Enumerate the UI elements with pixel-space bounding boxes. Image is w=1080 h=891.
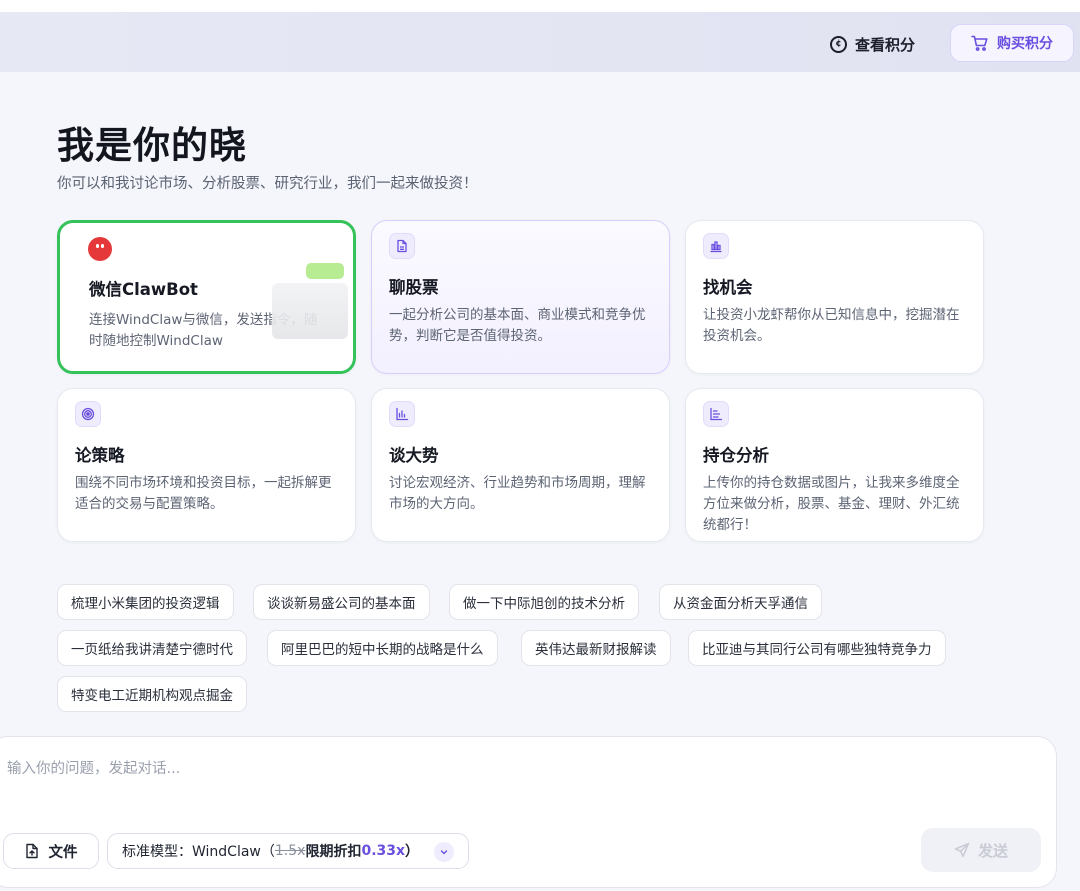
target-icon [75,401,101,427]
card-title: 论策略 [75,446,125,465]
file-button-label: 文件 [48,844,78,861]
card-description: 连接WindClaw与微信，发送指令，随时随地控制WindClaw [89,312,318,349]
card-title: 聊股票 [389,278,439,297]
portfolio-icon [703,401,729,427]
card-chat-stocks[interactable]: 聊股票 一起分析公司的基本面、商业模式和竞争优势，判断它是否值得投资。 [371,220,670,374]
chat-input[interactable] [7,757,1007,781]
card-description: 上传你的持仓数据或图片，让我来多维度全方位来做分析，股票、基金、理财、外汇统统都… [703,475,960,533]
suggestion-chip[interactable]: 做一下中际旭创的技术分析 [449,584,639,620]
suggestion-chip[interactable]: 梳理小米集团的投资逻辑 [57,584,234,620]
card-find-opportunities[interactable]: 找机会 让投资小龙虾帮你从已知信息中，挖掘潜在投资机会。 [685,220,984,374]
coin-icon: ¢ [830,35,847,53]
document-icon [389,233,415,259]
suggestion-chip[interactable]: 一页纸给我讲清楚宁德时代 [57,630,247,666]
suggestion-chip[interactable]: 从资金面分析天孚通信 [659,584,822,620]
file-upload-icon [25,843,38,859]
top-header: ¢ 查看积分 购买积分 [0,12,1080,72]
suggestion-chip[interactable]: 比亚迪与其同行公司有哪些独特竞争力 [688,630,946,666]
trend-chart-icon [389,401,415,427]
model-discount-label: 限期折扣 [305,844,362,860]
card-description: 讨论宏观经济、行业趋势和市场周期，理解市场的大方向。 [389,475,646,512]
bar-chart-icon [703,233,729,259]
card-portfolio-analysis[interactable]: 持仓分析 上传你的持仓数据或图片，让我来多维度全方位来做分析，股票、基金、理财、… [685,388,984,542]
chat-composer: 文件 标准模型：WindClaw（1.5x 限期折扣 0.33x） 发送 [0,736,1057,888]
card-macro-trends[interactable]: 谈大势 讨论宏观经济、行业趋势和市场周期，理解市场的大方向。 [371,388,670,542]
card-wechat-clawbot[interactable]: 微信ClawBot 连接WindClaw与微信，发送指令，随时随地控制WindC… [57,220,356,374]
file-upload-button[interactable]: 文件 [3,833,99,869]
model-prefix: 标准模型：WindClaw（ [122,844,275,860]
suggestion-chip[interactable]: 英伟达最新财报解读 [521,630,671,666]
suggestion-chip[interactable]: 特变电工近期机构观点掘金 [57,676,247,712]
send-icon [954,842,970,858]
card-strategy[interactable]: 论策略 围绕不同市场环境和投资目标，一起拆解更适合的交易与配置策略。 [57,388,356,542]
view-points-label: 查看积分 [855,35,916,54]
card-title: 谈大势 [389,446,439,465]
card-title: 微信ClawBot [89,280,198,299]
card-title: 找机会 [703,278,753,297]
view-points-link[interactable]: ¢ 查看积分 [830,34,915,54]
model-discount-rate: 0.33x [361,843,406,859]
bot-icon [88,237,112,261]
suggestion-chip[interactable]: 阿里巴巴的短中长期的战略是什么 [267,630,498,666]
send-button[interactable]: 发送 [921,828,1041,872]
card-description: 围绕不同市场环境和投资目标，一起拆解更适合的交易与配置策略。 [75,475,332,512]
card-description: 一起分析公司的基本面、商业模式和竞争优势，判断它是否值得投资。 [389,307,646,344]
card-title: 持仓分析 [703,446,769,465]
model-suffix: ） [405,844,420,860]
card-description: 让投资小龙虾帮你从已知信息中，挖掘潜在投资机会。 [703,307,960,344]
model-selector[interactable]: 标准模型：WindClaw（ 1.5x 限期折扣 0.33x） [107,833,469,869]
page-title: 我是你的晓 [57,124,247,167]
buy-points-label: 购买积分 [997,36,1053,52]
page-subtitle: 你可以和我讨论市场、分析股票、研究行业，我们一起来做投资！ [57,176,478,192]
send-label: 发送 [977,841,1008,860]
chevron-down-icon [434,842,454,862]
top-strip [0,0,1080,12]
buy-points-button[interactable]: 购买积分 [950,24,1074,62]
cart-icon [971,35,988,51]
suggestion-chip[interactable]: 谈谈新易盛公司的基本面 [253,584,430,620]
model-original-rate: 1.5x [274,843,306,859]
